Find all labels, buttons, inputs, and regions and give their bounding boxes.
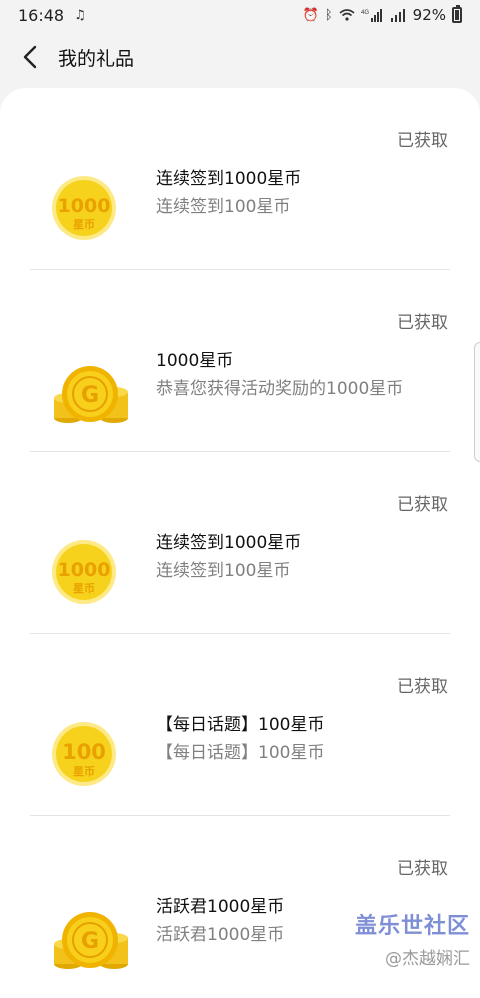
watermark-brand: 盖乐世社区 — [354, 914, 470, 939]
gift-title: 连续签到1000星币 — [156, 169, 302, 189]
gift-title: 连续签到1000星币 — [156, 533, 302, 553]
page-title: 我的礼品 — [58, 47, 135, 70]
gift-description: 恭喜您获得活动奖励的1000星币 — [156, 379, 404, 399]
coin-value: 1000 — [58, 195, 111, 217]
claim-status: 已获取 — [397, 677, 448, 697]
coin-icon: 1000 星币 — [52, 540, 116, 604]
claim-status: 已获取 — [397, 313, 448, 333]
coin-stack-icon: G — [54, 366, 128, 423]
coin-unit: 星币 — [73, 582, 95, 595]
app-bar: 我的礼品 — [0, 34, 480, 80]
bluetooth-icon: ᛒ — [324, 7, 333, 23]
claim-status: 已获取 — [397, 131, 448, 151]
coin-letter: G — [81, 383, 99, 408]
gift-description: 连续签到100星币 — [156, 561, 291, 581]
signal-icon-2 — [390, 9, 405, 22]
coin-icon: 100 星币 — [52, 722, 116, 786]
scroll-handle[interactable] — [474, 342, 480, 462]
svg-text:4G: 4G — [361, 10, 369, 16]
chevron-left-icon — [23, 45, 37, 69]
gift-item[interactable]: 已获取 1000 星币 连续签到1000星币 连续签到100星币 — [30, 88, 450, 270]
watermark-user: @杰越娴汇 — [385, 949, 470, 969]
gift-description: 活跃君1000星币 — [156, 925, 285, 945]
coin-icon: 1000 星币 — [52, 176, 116, 240]
back-button[interactable] — [6, 34, 54, 80]
gift-item[interactable]: 已获取 G 活跃君1000星币 活跃君1000星币 — [30, 816, 450, 998]
watermark: 盖乐世社区 @杰越娴汇 — [355, 908, 470, 969]
coin-unit: 星币 — [73, 765, 95, 778]
coin-unit: 星币 — [73, 218, 95, 231]
gift-title: 【每日话题】100星币 — [156, 715, 325, 735]
coin-value: 100 — [62, 740, 106, 764]
coin-letter: G — [81, 929, 99, 954]
signal-icon: 4G — [361, 9, 382, 22]
coin-stack-icon: G — [54, 912, 128, 969]
status-time: 16:48 — [18, 5, 65, 25]
battery-percent: 92% — [412, 6, 446, 24]
claim-status: 已获取 — [397, 859, 448, 879]
alarm-icon: ⏰ — [302, 7, 319, 23]
gift-list: 已获取 1000 星币 连续签到1000星币 连续签到100星币 已获取 G 1… — [0, 88, 480, 998]
battery-icon — [452, 5, 462, 23]
gift-description: 【每日话题】100星币 — [156, 743, 325, 763]
gift-title: 活跃君1000星币 — [156, 897, 285, 917]
gift-description: 连续签到100星币 — [156, 197, 291, 217]
status-bar: 16:48 ♫ ⏰ ᛒ 4G 92% — [0, 0, 480, 30]
gift-item[interactable]: 已获取 1000 星币 连续签到1000星币 连续签到100星币 — [30, 452, 450, 634]
claim-status: 已获取 — [397, 495, 448, 515]
coin-value: 1000 — [58, 559, 111, 581]
gift-item[interactable]: 已获取 100 星币 【每日话题】100星币 【每日话题】100星币 — [30, 634, 450, 816]
wifi-icon — [339, 9, 355, 21]
gift-title: 1000星币 — [156, 351, 234, 371]
music-note-icon: ♫ — [74, 7, 86, 23]
gift-item[interactable]: 已获取 G 1000星币 恭喜您获得活动奖励的1000星币 — [30, 270, 450, 452]
